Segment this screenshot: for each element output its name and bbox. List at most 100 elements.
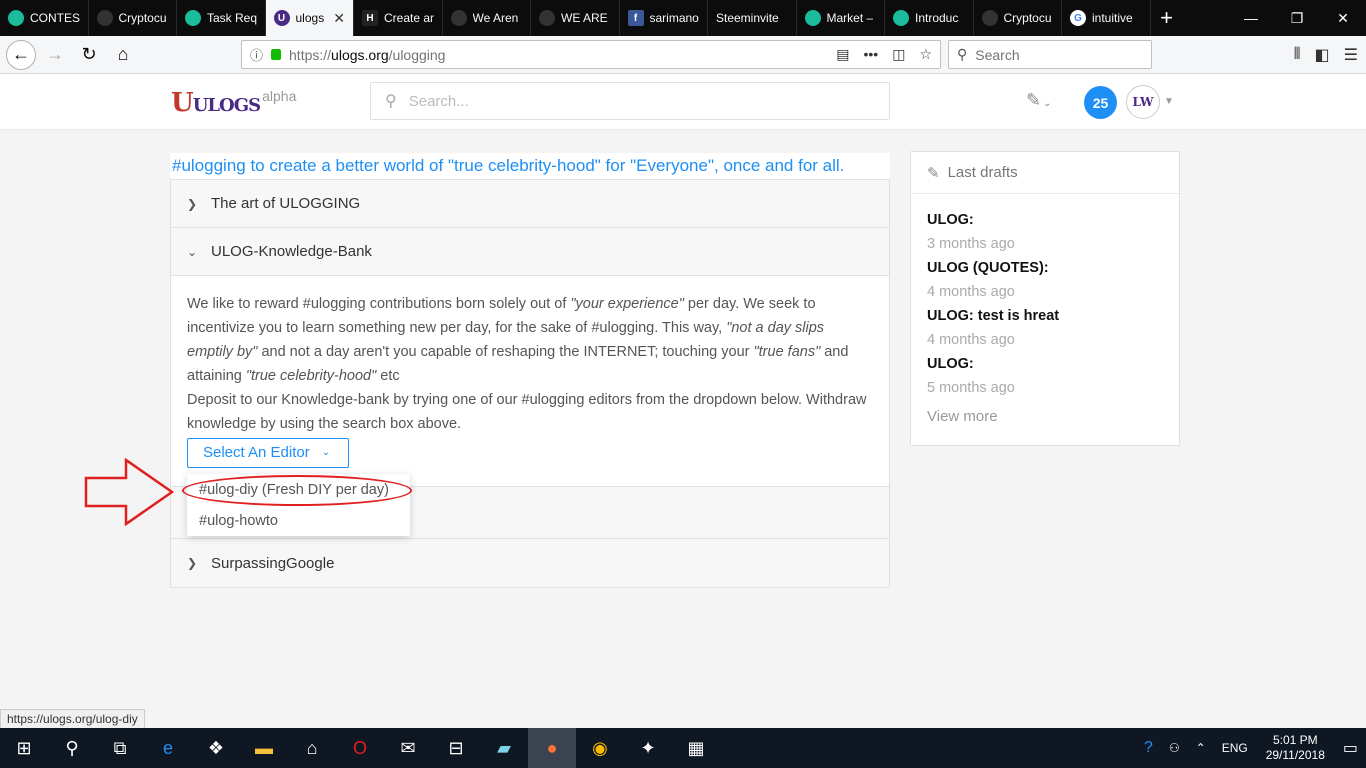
- section-knowledge-bank[interactable]: ⌄ ULOG-Knowledge-Bank: [171, 228, 889, 276]
- chevron-right-icon: ❯: [187, 196, 198, 211]
- pencil-icon: ✎: [927, 164, 940, 182]
- browser-tab[interactable]: Task Req: [177, 0, 266, 36]
- browser-tab[interactable]: f sarimano: [620, 0, 708, 36]
- tray-expand-icon[interactable]: ⌃: [1188, 741, 1214, 755]
- draft-title: ULOG:: [927, 356, 974, 372]
- menu-icon[interactable]: ☰: [1344, 45, 1358, 65]
- minimize-icon[interactable]: —: [1228, 0, 1274, 36]
- window-controls: — ❐ ✕: [1228, 0, 1366, 36]
- select-editor-button[interactable]: Select An Editor ⌄: [187, 438, 349, 468]
- pencil-icon: ✎: [1026, 90, 1042, 110]
- action-center-icon[interactable]: ▭: [1335, 738, 1366, 758]
- info-icon[interactable]: ⓘ: [250, 45, 263, 64]
- browser-tab[interactable]: CONTES: [0, 0, 89, 36]
- logo-tag: alpha: [262, 88, 297, 104]
- tab-favicon-icon: [96, 10, 113, 26]
- draft-item[interactable]: ULOG: 3 months ago: [927, 208, 1163, 256]
- browser-tab[interactable]: Cryptocu: [89, 0, 177, 36]
- site-logo[interactable]: UULOGS alpha: [171, 88, 296, 118]
- language-indicator[interactable]: ENG: [1214, 741, 1256, 755]
- people-icon[interactable]: ⚇: [1161, 741, 1188, 755]
- caret-down-icon[interactable]: ▼: [1164, 96, 1174, 107]
- page-headline: #ulogging to create a better world of "t…: [170, 153, 890, 179]
- library-icon[interactable]: ⫴: [1294, 46, 1301, 64]
- network-app-icon[interactable]: ⊟: [432, 728, 480, 768]
- more-actions-icon[interactable]: •••: [863, 46, 878, 63]
- site-search-input[interactable]: ⚲ Search...: [370, 82, 890, 120]
- firefox-icon[interactable]: ●: [528, 728, 576, 768]
- store-icon[interactable]: ⌂: [288, 728, 336, 768]
- write-post-button[interactable]: ✎ ⌄: [1026, 90, 1051, 111]
- url-text: https://ulogs.org/ulogging: [289, 46, 446, 63]
- calculator-icon[interactable]: ▦: [672, 728, 720, 768]
- tab-favicon-icon: [981, 10, 998, 26]
- sidebar-toggle-icon[interactable]: ◧: [1315, 45, 1330, 65]
- browser-tab-active[interactable]: Uulogs ✕: [265, 0, 354, 36]
- last-drafts-header: ✎ Last drafts: [911, 152, 1179, 194]
- address-bar[interactable]: ⓘ https://ulogs.org/ulogging ▤ ••• ◫ ☆: [241, 40, 941, 69]
- edge-browser-icon[interactable]: e: [144, 728, 192, 768]
- home-button[interactable]: ⌂: [108, 40, 138, 70]
- section-art-of-ulogging[interactable]: ❯ The art of ULOGGING: [171, 180, 889, 228]
- browser-tab[interactable]: Market –: [797, 0, 885, 36]
- address-bar-actions: ▤ ••• ◫ ☆: [836, 46, 932, 63]
- browser-tab-strip: CONTES Cryptocu Task Req Uulogs ✕ H Create…: [0, 0, 1366, 36]
- chevron-down-icon: ⌄: [321, 447, 331, 458]
- browser-tab[interactable]: H Create ar: [354, 0, 443, 36]
- browser-tab[interactable]: Gintuitive: [1062, 0, 1151, 36]
- reload-button[interactable]: ↻: [74, 40, 104, 70]
- chevron-right-icon: ❯: [187, 556, 198, 570]
- task-view-icon[interactable]: ⧉: [96, 728, 144, 768]
- mail-icon[interactable]: ✉: [384, 728, 432, 768]
- close-tab-icon[interactable]: ✕: [333, 10, 345, 27]
- bookmark-star-icon[interactable]: ☆: [919, 46, 932, 63]
- drafts-list: ULOG: 3 months ago ULOG (QUOTES): 4 mont…: [911, 194, 1179, 425]
- notification-badge[interactable]: 25: [1084, 86, 1117, 119]
- browser-search-input[interactable]: ⚲ Search: [948, 40, 1152, 69]
- system-tray: ? ⚇ ⌃ ENG 5:01 PM 29/11/2018 ▭: [1136, 728, 1366, 768]
- site-header: UULOGS alpha ⚲ Search... ✎ ⌄ 25 LW ▼: [0, 74, 1366, 130]
- search-icon: ⚲: [385, 93, 397, 110]
- notes-app-icon[interactable]: ▰: [480, 728, 528, 768]
- chrome-icon[interactable]: ◉: [576, 728, 624, 768]
- draft-title: ULOG: test is hreat: [927, 308, 1060, 324]
- close-window-icon[interactable]: ✕: [1320, 0, 1366, 36]
- tab-favicon-icon: [450, 10, 467, 26]
- browser-tab[interactable]: We Aren: [443, 0, 531, 36]
- system-clock[interactable]: 5:01 PM 29/11/2018: [1256, 733, 1335, 763]
- avatar[interactable]: LW: [1126, 85, 1160, 119]
- view-more-link[interactable]: View more: [927, 408, 1163, 425]
- facebook-icon: f: [627, 10, 644, 26]
- browser-tab[interactable]: Introduc: [885, 0, 974, 36]
- knowledge-bank-instructions: Deposit to our Knowledge-bank by trying …: [187, 392, 867, 432]
- google-icon: G: [1070, 10, 1086, 26]
- pocket-icon[interactable]: ◫: [892, 46, 905, 63]
- browser-tab[interactable]: WE ARE: [531, 0, 620, 36]
- help-icon[interactable]: ?: [1136, 739, 1161, 757]
- draft-item[interactable]: ULOG: test is hreat 4 months ago: [927, 304, 1163, 352]
- dropdown-item-ulog-howto[interactable]: #ulog-howto: [187, 505, 410, 536]
- search-icon: ⚲: [957, 46, 968, 62]
- dropdown-item-ulog-diy[interactable]: #ulog-diy (Fresh DIY per day): [187, 474, 410, 505]
- logo-initial: U: [171, 88, 194, 118]
- tab-favicon-icon: [539, 10, 555, 26]
- file-explorer-icon[interactable]: ▬: [240, 728, 288, 768]
- browser-tab[interactable]: Cryptocu: [974, 0, 1062, 36]
- forward-button[interactable]: →: [40, 40, 70, 70]
- last-drafts-panel: ✎ Last drafts ULOG: 3 months ago ULOG (Q…: [910, 151, 1180, 446]
- paint-icon[interactable]: ✦: [624, 728, 672, 768]
- restore-icon[interactable]: ❐: [1274, 0, 1320, 36]
- opera-icon[interactable]: O: [336, 728, 384, 768]
- browser-tab[interactable]: Steeminvite: [708, 0, 797, 36]
- windows-start-icon[interactable]: ⊞: [0, 728, 48, 768]
- search-icon[interactable]: ⚲: [48, 728, 96, 768]
- section-surpassing-google[interactable]: ❯ SurpassingGoogle: [171, 539, 889, 587]
- arrow-left-icon: ←: [12, 44, 30, 64]
- back-button[interactable]: ←: [6, 39, 36, 70]
- new-tab-button[interactable]: +: [1151, 0, 1183, 36]
- draft-item[interactable]: ULOG: 5 months ago: [927, 352, 1163, 400]
- draft-date: 5 months ago: [927, 380, 1015, 396]
- reader-view-icon[interactable]: ▤: [836, 46, 849, 63]
- draft-item[interactable]: ULOG (QUOTES): 4 months ago: [927, 256, 1163, 304]
- dropbox-icon[interactable]: ❖: [192, 728, 240, 768]
